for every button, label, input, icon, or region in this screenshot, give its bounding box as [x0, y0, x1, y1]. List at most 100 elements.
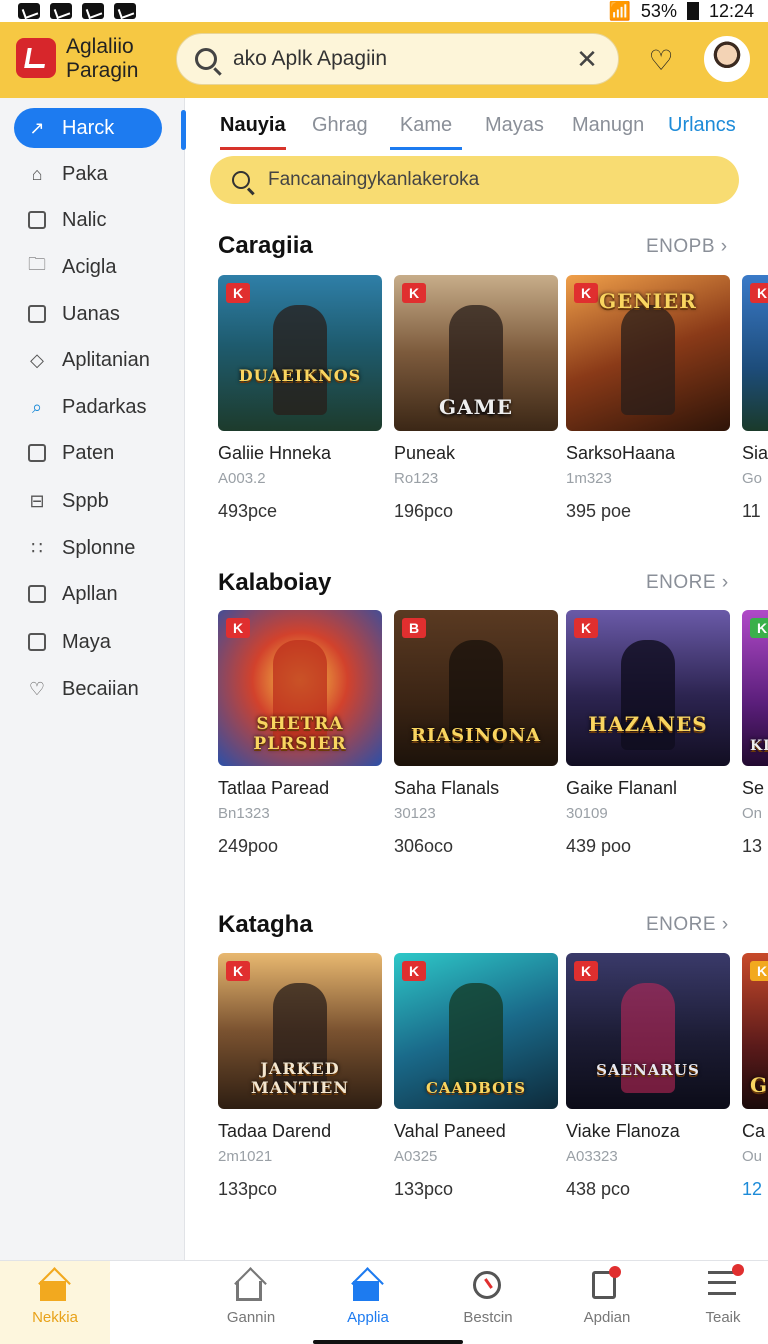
game-thumbnail: K DUAEIKNOS [218, 275, 382, 431]
sidebar-item-2[interactable]: Nalic [14, 200, 162, 240]
game-card[interactable]: K DUAEIKNOS Galiie Hnneka A003.2 493pce [218, 275, 382, 522]
tab-1[interactable]: Ghrag [312, 114, 368, 150]
section-more-link[interactable]: ENOPB › [646, 236, 728, 258]
game-card[interactable]: K HAZANES Gaike Flananl 30109 439 poo [566, 610, 730, 857]
filter-search-pill[interactable]: Fancanaingykanlakeroka [210, 156, 739, 204]
game-card[interactable]: K Sia Go 11 [742, 275, 768, 522]
sidebar-item-6[interactable]: ⌕ Padarkas [14, 387, 162, 427]
card-name: Viake Flanoza [566, 1121, 680, 1141]
home-indicator[interactable] [313, 1340, 463, 1344]
nav-item-bestseller[interactable]: Bestcin [433, 1261, 543, 1344]
card-price: 196pco [394, 501, 454, 521]
card-name: Saha Flanals [394, 778, 500, 798]
game-card[interactable]: K GAME Puneak Ro123 196pco [394, 275, 558, 522]
sidebar-item-label: Aplitanian [62, 348, 150, 371]
game-card[interactable]: K SAENARUS Viake Flanoza A03323 438 pco [566, 953, 730, 1200]
sidebar-item-label: Sppb [62, 489, 109, 512]
avatar[interactable] [704, 36, 750, 82]
sidebar-item-4[interactable]: Uanas [14, 294, 162, 334]
card-price: 133pco [218, 1179, 278, 1199]
section-more-link[interactable]: ENORE › [646, 914, 729, 936]
section-title: Caragiia [218, 232, 313, 259]
character-silhouette [621, 305, 675, 415]
nav-item-tasks[interactable]: Teaik [668, 1261, 768, 1344]
tab-5[interactable]: Urlancs [668, 114, 736, 150]
sidebar-item-label: Nalic [62, 208, 107, 231]
card-name: Ca [742, 1121, 766, 1141]
game-card[interactable]: K CAADBOIS Vahal Paneed A0325 133pco [394, 953, 558, 1200]
nav-item-home[interactable]: Nekkia [0, 1261, 110, 1344]
sidebar-item-5[interactable]: ◇ Aplitanian [14, 340, 162, 380]
section-more-link[interactable]: ENORE › [646, 572, 729, 594]
square-icon [26, 303, 48, 325]
gauge-icon [473, 1271, 503, 1301]
sidebar: ↗ Harck ⌂ Paka Nalic 🗀 Acigla Uanas ◇ Ap… [0, 98, 185, 1260]
nav-label: Nekkia [32, 1309, 78, 1326]
card-price: 395 poe [566, 501, 632, 521]
music-icon [26, 209, 48, 231]
close-icon[interactable]: ✕ [574, 44, 600, 75]
thumbnail-art-title: CAADBOIS [425, 1079, 527, 1097]
game-card[interactable]: K G Ca Ou 12 [742, 953, 768, 1200]
tab-2[interactable]: Kame [390, 114, 462, 150]
search-icon [232, 171, 250, 189]
trend-notification-icon [50, 3, 72, 19]
card-subtitle: 1m323 [566, 470, 612, 487]
sidebar-item-7[interactable]: Paten [14, 433, 162, 473]
sidebar-item-1[interactable]: ⌂ Paka [14, 154, 162, 194]
card-subtitle: 30109 [566, 805, 608, 822]
nav-item-updates[interactable]: Apdian [552, 1261, 662, 1344]
tab-0[interactable]: Nauyia [220, 114, 286, 150]
sidebar-item-12[interactable]: ♡ Becaiian [14, 669, 162, 709]
thumbnail-art-title: GENIER [599, 289, 697, 313]
section-title: Katagha [218, 911, 313, 938]
card-subtitle: 2m1021 [218, 1148, 273, 1165]
wishlist-heart-icon[interactable]: ♡ [643, 42, 679, 78]
tab-3[interactable]: Mayas [485, 114, 544, 150]
sidebar-item-3[interactable]: 🗀 Acigla [14, 247, 162, 287]
app-badge-icon: K [226, 283, 250, 303]
card-name: Tadaa Darend [218, 1121, 332, 1141]
app-badge-icon: K [750, 961, 768, 981]
card-subtitle: On [742, 805, 763, 822]
game-card[interactable]: B RIASINONA Saha Flanals 30123 306oco [394, 610, 558, 857]
nav-label: Apdian [583, 1309, 631, 1326]
card-name: SarksoHaana [566, 443, 676, 463]
nav-item-apps[interactable]: Applia [313, 1261, 423, 1344]
thumbnail-art-title: G [750, 1073, 768, 1097]
diamond-icon: ◇ [30, 349, 44, 370]
sidebar-item-11[interactable]: Maya [14, 622, 162, 662]
heart-icon: ♡ [28, 678, 46, 699]
app-badge-icon: K [750, 283, 768, 303]
nav-label: Bestcin [463, 1309, 513, 1326]
game-thumbnail: K [742, 275, 768, 431]
card-subtitle: 30123 [394, 805, 436, 822]
game-thumbnail: K JARKED MANTIEN [218, 953, 382, 1109]
game-card[interactable]: K KIV Se On 13 [742, 610, 768, 857]
card-price: 11 [742, 501, 761, 521]
game-card[interactable]: K SHETRA PLRSIER Tatlaa Paread Bn1323 24… [218, 610, 382, 857]
game-card[interactable]: K JARKED MANTIEN Tadaa Darend 2m1021 133… [218, 953, 382, 1200]
game-thumbnail: K SHETRA PLRSIER [218, 610, 382, 766]
thumbnail-art-title: GAME [439, 395, 513, 419]
search-input[interactable] [233, 47, 574, 71]
sidebar-item-8[interactable]: ⊟ Sppb [14, 481, 162, 521]
sidebar-item-0[interactable]: ↗ Harck [14, 108, 162, 148]
card-price: 13 [742, 836, 763, 856]
status-indicators: 📶 53% 12:24 [609, 1, 755, 22]
card-price: 12 [742, 1179, 763, 1199]
app-badge-icon: K [574, 618, 598, 638]
sidebar-item-label: Paka [62, 162, 108, 185]
filter-text: Fancanaingykanlakeroka [268, 169, 480, 190]
search-bar[interactable]: ✕ [176, 33, 619, 85]
thumbnail-art-title: JARKED MANTIEN [251, 1059, 349, 1097]
sidebar-item-9[interactable]: ∷ Splonne [14, 528, 162, 568]
game-thumbnail: K GAME [394, 275, 558, 431]
tab-4[interactable]: Manugn [572, 114, 644, 150]
sidebar-item-10[interactable]: Apllan [14, 574, 162, 614]
game-card[interactable]: K GENIER SarksoHaana 1m323 395 poe [566, 275, 730, 522]
thumbnail-art-title: SHETRA PLRSIER [253, 714, 347, 754]
card-name: Se [742, 778, 765, 798]
app-logo[interactable] [16, 38, 56, 78]
nav-item-games[interactable]: Gannin [196, 1261, 306, 1344]
